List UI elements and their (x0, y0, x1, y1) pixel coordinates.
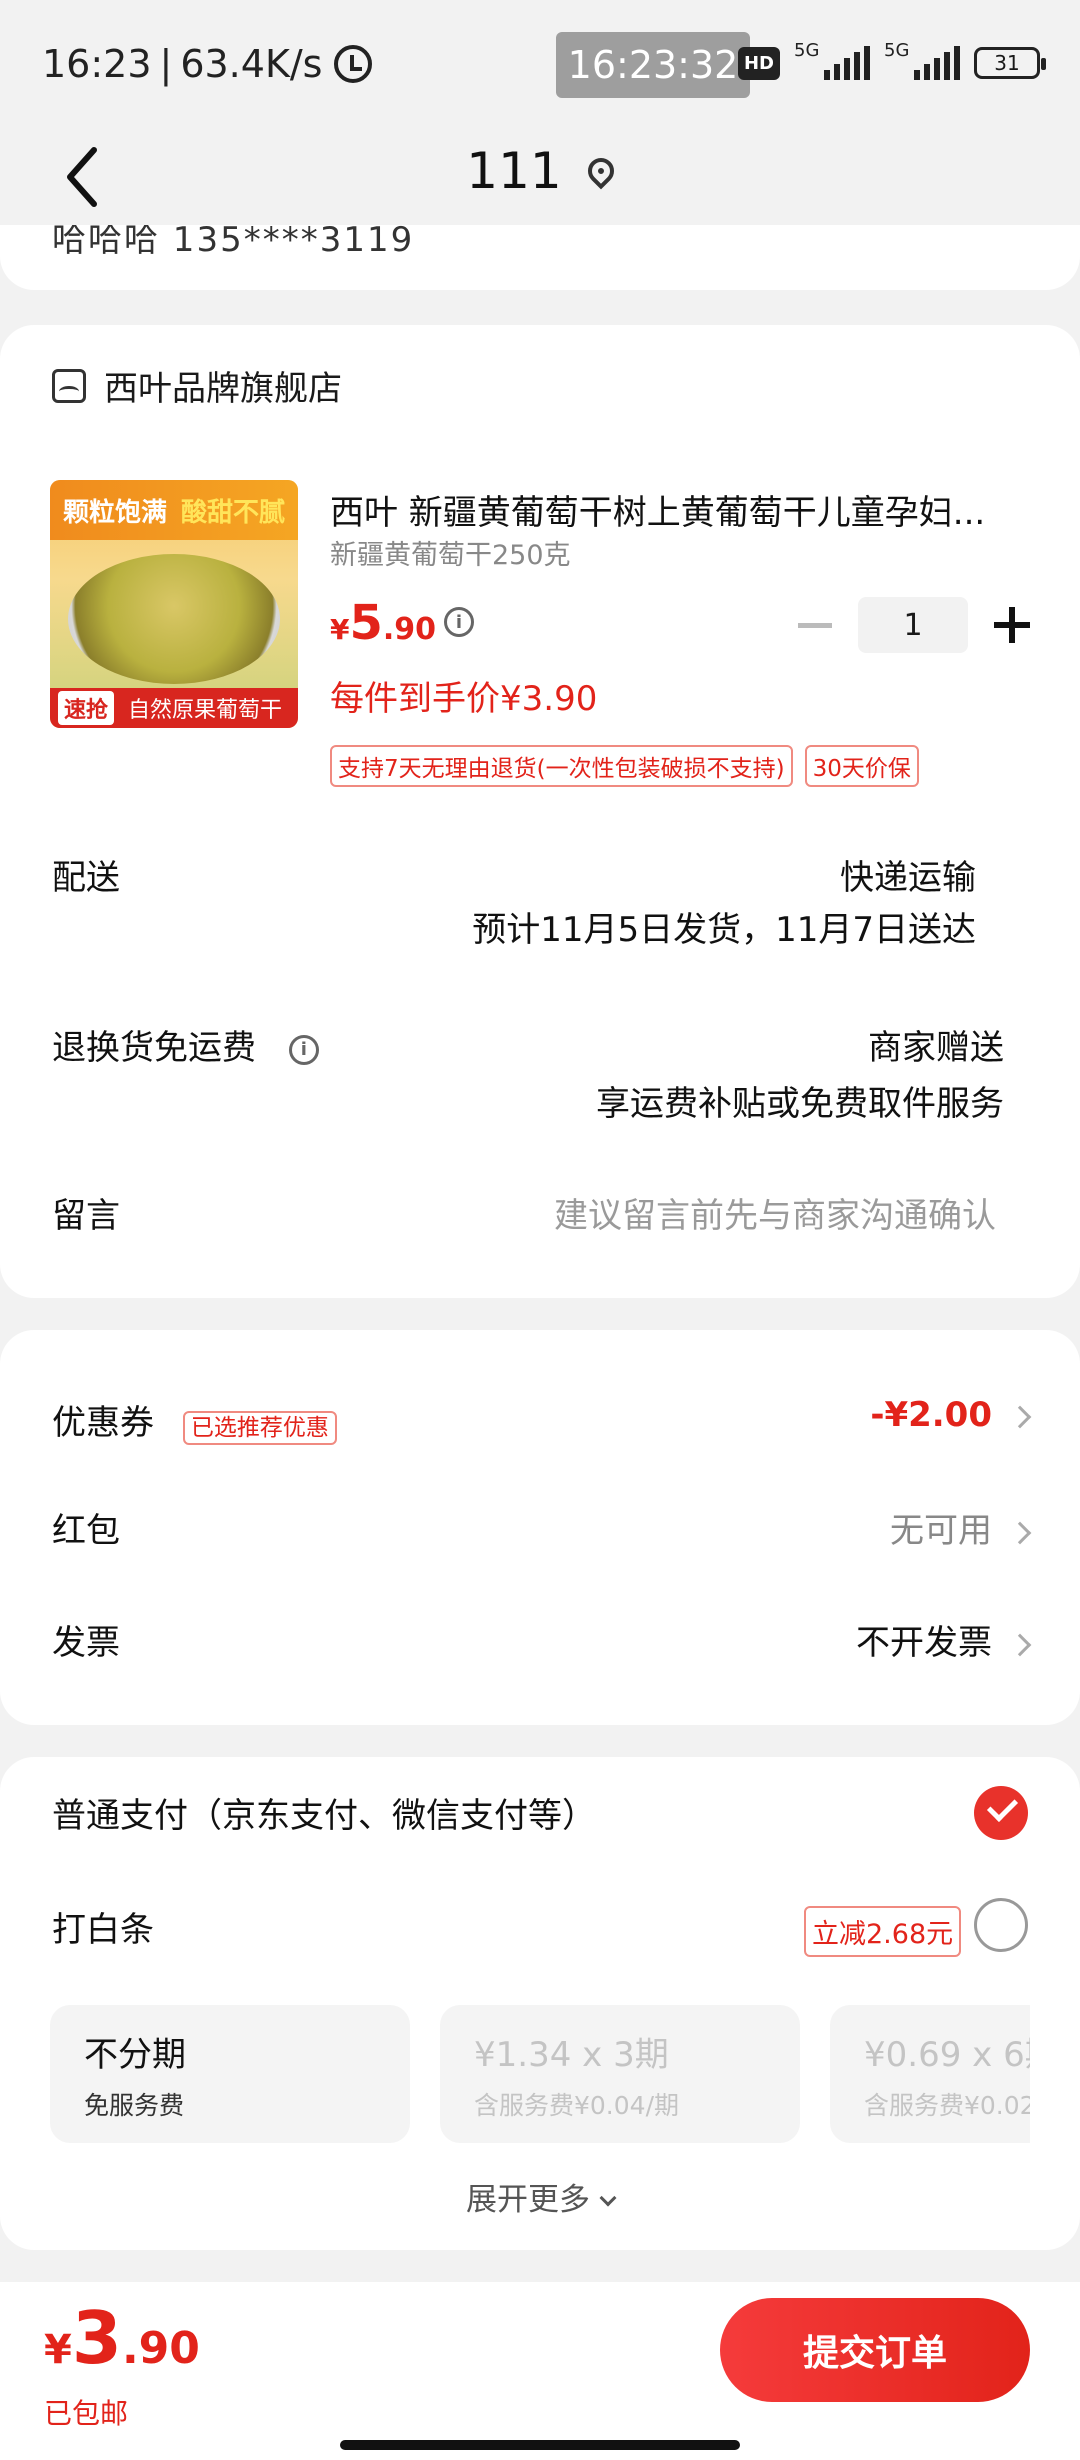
plan-option-none[interactable]: 不分期 免服务费 (50, 2005, 410, 2143)
submit-order-button[interactable]: 提交订单 (720, 2298, 1030, 2402)
home-indicator[interactable] (340, 2440, 740, 2450)
chevron-down-icon (599, 2189, 617, 2207)
checkout-bar: ¥ 3 .90 已包邮 提交订单 (0, 2282, 1080, 2460)
plan-option-6[interactable]: ¥0.69 x 6期 含服务费¥0.02/期 (830, 2005, 1030, 2143)
shipping-free-label: 已包邮 (44, 2397, 129, 2430)
total-price: ¥ 3 .90 (44, 2296, 200, 2380)
plan-option-3[interactable]: ¥1.34 x 3期 含服务费¥0.04/期 (440, 2005, 800, 2143)
expand-more-button[interactable]: 展开更多 (0, 2174, 1080, 2219)
